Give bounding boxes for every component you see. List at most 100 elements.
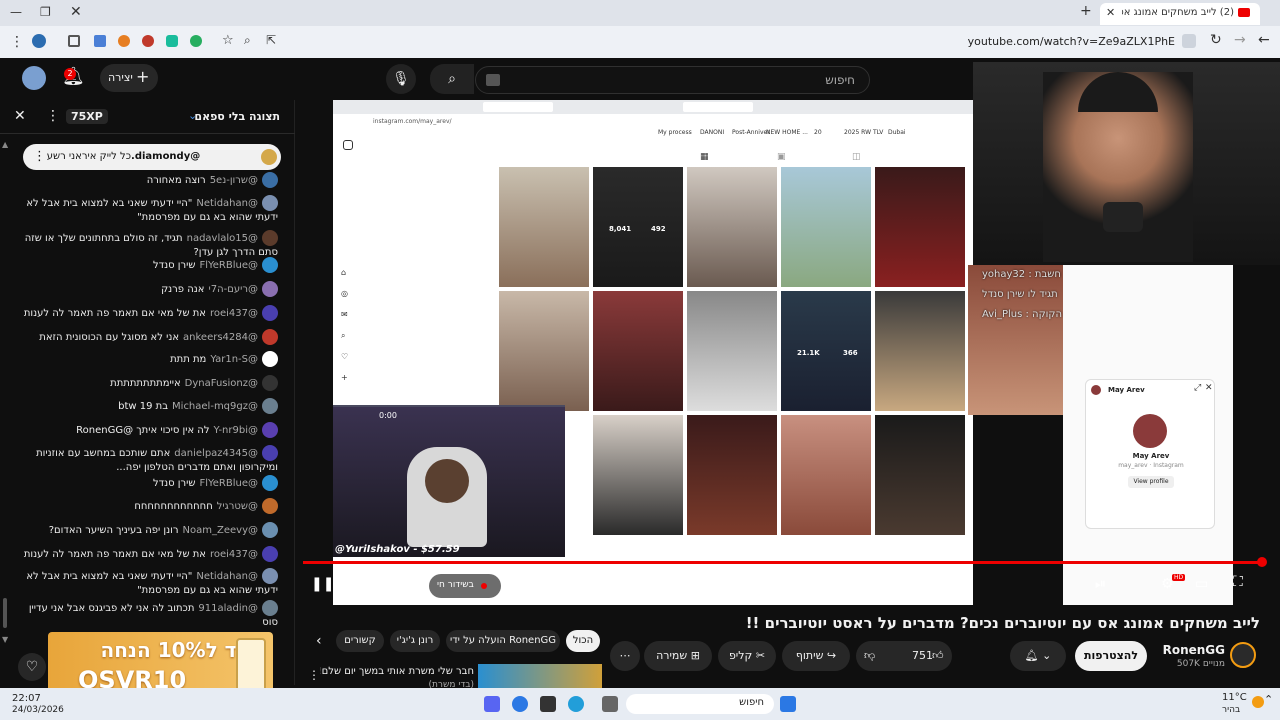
- extension-icon-4[interactable]: [142, 35, 154, 47]
- new-tab-icon[interactable]: +: [1080, 3, 1092, 19]
- chat-author[interactable]: @danielpaz4345: [174, 448, 258, 459]
- chip-related[interactable]: קשורים: [336, 630, 384, 652]
- extension-icon-6[interactable]: [190, 35, 202, 47]
- fullscreen-icon[interactable]: ⛶: [1233, 574, 1243, 590]
- share-button[interactable]: שיתוף ↪: [782, 641, 850, 671]
- chat-message[interactable]: @roei437 את של מאי אם תאמר פה תאמר לה לענ…: [22, 546, 278, 562]
- chat-message[interactable]: @Netidahan"היי ידעתי שאני בא למצוא בית א…: [22, 195, 278, 224]
- create-button[interactable]: + יצירה: [100, 64, 158, 92]
- chat-message[interactable]: @DynaFusionz איימתתתתתתתת: [22, 375, 278, 391]
- chat-author[interactable]: @שרון-נ5e: [210, 175, 258, 186]
- chat-message[interactable]: @roei437 את של מאי אם תאמר פה תאמר לה לענ…: [22, 305, 278, 321]
- minimize-icon[interactable]: —: [10, 5, 22, 19]
- extension-icon-2[interactable]: [94, 35, 106, 47]
- chat-author[interactable]: @DynaFusionz: [185, 378, 258, 389]
- pinned-message[interactable]: @diamondy. כל לייק איראני רשע מ... ⋮: [23, 144, 281, 170]
- chat-message[interactable]: @911aladinתכתוב לה אני לא פביגנס אבל אני…: [22, 600, 278, 629]
- scroll-up-icon[interactable]: ▲: [2, 140, 8, 149]
- channel-name[interactable]: RonenGG: [1155, 643, 1225, 657]
- chat-message[interactable]: @Michael-mq9gzבת 19 btw: [22, 398, 278, 414]
- zoom-icon[interactable]: ⌕: [244, 33, 251, 48]
- scroll-down-icon[interactable]: ▼: [2, 635, 8, 644]
- scrollbar-thumb[interactable]: [3, 598, 7, 628]
- chat-author[interactable]: @roei437: [210, 308, 258, 319]
- taskbar-search[interactable]: חיפוש: [626, 694, 774, 714]
- chat-author[interactable]: @911aladin: [198, 603, 258, 614]
- chip-ronen[interactable]: רונן ג'יג'י: [390, 630, 440, 652]
- extension-icon-5[interactable]: [166, 35, 178, 47]
- chat-author[interactable]: @Y-nr9bi: [214, 425, 258, 436]
- chat-message[interactable]: @ankeers4284אני לא מסוגל עם הכוסונית הזא…: [22, 329, 278, 345]
- channel-avatar[interactable]: [1230, 642, 1256, 668]
- more-icon[interactable]: ⋮: [33, 149, 46, 164]
- keyboard-icon[interactable]: [486, 74, 500, 86]
- save-button[interactable]: שמירה ⊞: [644, 641, 712, 671]
- more-actions-button[interactable]: ⋯: [610, 641, 640, 671]
- chat-message[interactable]: @danielpaz4345אתם שותכם במחשב עם אוזניות…: [22, 445, 278, 474]
- mute-icon[interactable]: 🔇︎: [347, 576, 356, 592]
- chrome-icon[interactable]: [512, 696, 528, 712]
- like-icon[interactable]: 👍︎: [932, 641, 944, 671]
- profile-icon[interactable]: [32, 34, 46, 48]
- more-icon[interactable]: ⋮: [308, 668, 320, 682]
- telegram-icon[interactable]: [568, 696, 584, 712]
- close-chat-icon[interactable]: ✕: [14, 108, 26, 124]
- clock-time[interactable]: 22:07: [12, 693, 41, 704]
- chat-author[interactable]: @Netidahan: [196, 198, 258, 209]
- clock-date[interactable]: 24/03/2026: [12, 705, 64, 715]
- chat-message[interactable]: @Y-nr9bi לה אין סיכוי איתך @RonenGG: [22, 422, 278, 438]
- chat-message[interactable]: @Netidahan"היי ידעתי שאני בא למצוא בית א…: [22, 568, 278, 597]
- chip-all[interactable]: הכול: [566, 630, 600, 652]
- search-input[interactable]: חיפוש: [475, 66, 870, 94]
- chevron-up-icon[interactable]: ⌃: [1264, 693, 1273, 706]
- back-icon[interactable]: ←: [1258, 32, 1270, 48]
- volume-slider[interactable]: [371, 582, 379, 590]
- chat-mode-label[interactable]: תצוגה בלי ספאם: [194, 110, 280, 123]
- chat-message[interactable]: @FlYeRBlueשירן סנדל: [22, 475, 278, 491]
- close-window-icon[interactable]: ✕: [70, 4, 82, 20]
- chat-author[interactable]: @roei437: [210, 549, 258, 560]
- theater-mode-icon[interactable]: ▭: [1195, 576, 1208, 592]
- chat-menu-icon[interactable]: ⋮: [46, 108, 60, 124]
- voice-search-button[interactable]: 🎙︎: [386, 64, 416, 94]
- install-icon[interactable]: ⇱: [266, 33, 276, 47]
- url-text[interactable]: youtube.com/watch?v=Ze9aZLX1PhE: [960, 35, 1175, 48]
- chat-message[interactable]: @שטרגיל חחחחחחחחחחחח: [22, 498, 278, 514]
- clip-button[interactable]: קליפ ✂: [718, 641, 776, 671]
- active-tab[interactable]: ✕ (2) לייב משחקים אמונג אס עם: [1100, 3, 1260, 25]
- progress-bar[interactable]: [303, 561, 1263, 564]
- chat-author[interactable]: @Noam_Zeevy: [183, 525, 258, 536]
- subscribe-button[interactable]: להצטרפות: [1075, 641, 1147, 671]
- weather-temp[interactable]: 11°C: [1222, 692, 1247, 703]
- chat-author[interactable]: @nadavlalo15: [187, 233, 258, 244]
- chat-author[interactable]: @Yar1n-S: [210, 354, 258, 365]
- bookmark-star-icon[interactable]: ☆: [222, 33, 234, 48]
- xp-badge[interactable]: 75XP: [66, 109, 108, 124]
- chat-author[interactable]: @Netidahan: [196, 571, 258, 582]
- chat-author[interactable]: @Michael-mq9gz: [172, 401, 258, 412]
- reload-icon[interactable]: ↻: [1210, 32, 1222, 48]
- chip-uploaded-by[interactable]: הועלה על ידי RonenGG: [446, 630, 560, 652]
- windows-start-icon[interactable]: [780, 696, 796, 712]
- heart-reaction-button[interactable]: ♡: [18, 653, 46, 681]
- restore-icon[interactable]: ❐: [40, 5, 51, 19]
- chat-message[interactable]: @שרון-נ5e רוצה מאחורה: [22, 172, 278, 188]
- live-indicator[interactable]: בשידור חי: [429, 574, 501, 598]
- chat-message[interactable]: @ריעם-ה7יאנה פרנק: [22, 281, 278, 297]
- discord-icon[interactable]: [484, 696, 500, 712]
- chat-author[interactable]: @שטרגיל: [217, 501, 258, 512]
- chat-message[interactable]: @FlYeRBlueשירן סנדל: [22, 257, 278, 273]
- task-view-icon[interactable]: [602, 696, 618, 712]
- chevron-left-icon[interactable]: ‹: [316, 633, 322, 649]
- forward-icon[interactable]: →: [1234, 32, 1246, 48]
- notification-bell-button[interactable]: 🔔︎ ⌄: [1010, 641, 1066, 671]
- chat-message[interactable]: @Yar1n-Sמת תתת: [22, 351, 278, 367]
- pause-icon[interactable]: ❚❚: [311, 576, 334, 592]
- like-count[interactable]: 751: [912, 641, 933, 671]
- chat-author[interactable]: @FlYeRBlue: [199, 478, 258, 489]
- dislike-icon[interactable]: 👎︎: [864, 641, 875, 671]
- close-tab-icon[interactable]: ✕: [1106, 6, 1115, 19]
- chat-author[interactable]: @FlYeRBlue: [199, 260, 258, 271]
- video-player[interactable]: instagram.com/may_arev/ My process DANON…: [333, 100, 973, 605]
- avatar[interactable]: [22, 66, 46, 90]
